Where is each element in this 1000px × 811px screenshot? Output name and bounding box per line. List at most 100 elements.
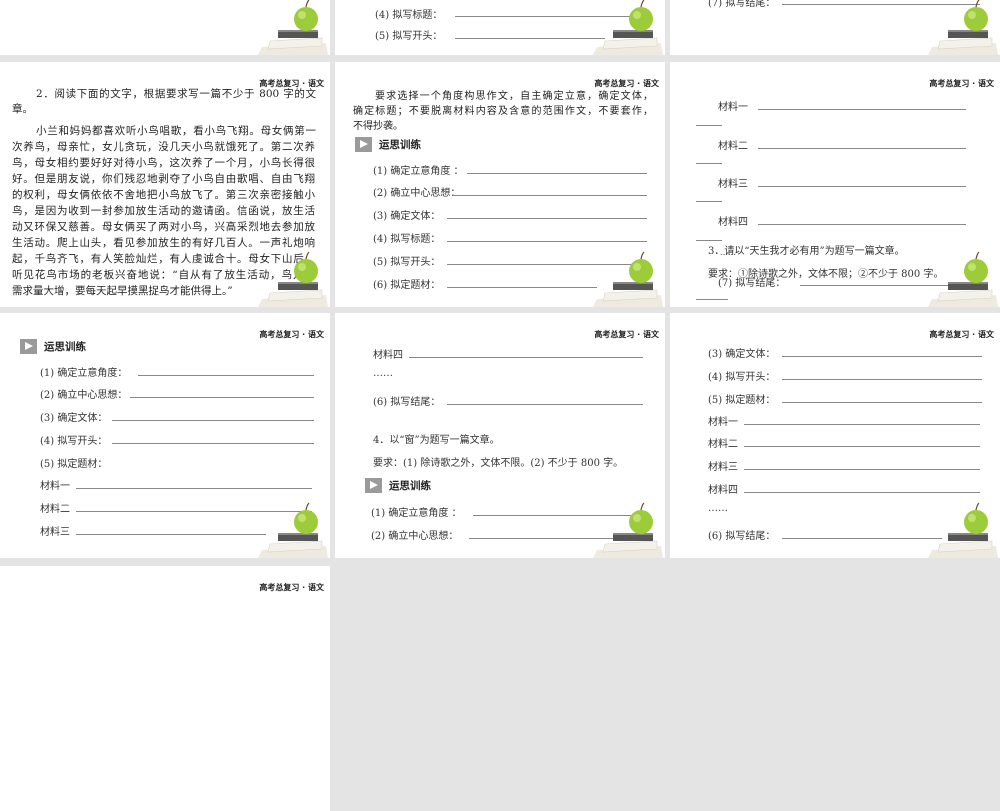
slide-thumbnail[interactable]: 高考总复习 · 语文 (3) 确定文体： (4) 拟写开头： (5) 拟定题材：…	[670, 313, 1000, 558]
section-title: 运思训练	[379, 139, 421, 151]
field-label: (4) 拟写开头：	[708, 372, 776, 383]
field-label: 材料三	[708, 462, 738, 473]
blank-line	[696, 125, 722, 126]
apple-books-decoration	[257, 251, 328, 307]
paragraph-line: 确定标题；不要脱离材料内容及含意的范围作文，不要套作，	[353, 106, 653, 117]
field-label: 材料二	[40, 504, 70, 515]
slide-thumbnail[interactable]: 高考总复习 · 语文 运思训练 (1) 确定立意角度： (2) 确立中心思想： …	[0, 313, 330, 558]
blank-line	[130, 397, 314, 398]
blank-line	[744, 469, 980, 470]
field-label: (2) 确立中心思想：	[40, 390, 128, 401]
blank-line	[447, 241, 647, 242]
slide-thumbnail[interactable]: 高考总复习 · 语文 要求选择一个角度构思作文，自主确定立意，确定文体， 确定标…	[335, 62, 665, 307]
blank-line	[696, 201, 722, 202]
field-label: 材料一	[718, 102, 748, 113]
section-heading: 运思训练	[20, 339, 86, 354]
ellipsis: ……	[708, 503, 728, 514]
field-label: (5) 拟写开头：	[373, 257, 441, 268]
paragraph-line: 次养鸟，母亲忙，女儿贪玩，没几天小鸟就饿死了。第二次养	[12, 141, 315, 153]
blank-line	[409, 357, 643, 358]
slide-header: 高考总复习 · 语文	[594, 330, 659, 339]
field-label: 材料四	[373, 350, 403, 361]
field-label: (2) 确立中心思想：	[373, 188, 461, 199]
slide-thumbnail[interactable]: (4) 拟写标题： (5) 拟写开头：	[335, 0, 665, 55]
blank-line	[76, 534, 266, 535]
paragraph-line: 章。	[12, 103, 33, 115]
slide-thumbnail[interactable]: 高考总复习 · 语文	[0, 566, 330, 811]
field-label: (3) 确定文体：	[708, 349, 776, 360]
blank-line	[76, 488, 312, 489]
blank-line	[447, 404, 643, 405]
section-heading: 运思训练	[355, 137, 421, 152]
field-label: (5) 拟定题材：	[40, 459, 108, 470]
field-label: (3) 确定文体：	[40, 413, 108, 424]
section-title: 运思训练	[389, 480, 431, 492]
paragraph-line: 动又环保又慈善。母女俩买了两对小鸟，兴高采烈地去参加放	[12, 221, 315, 233]
apple-books-decoration	[592, 251, 663, 307]
blank-line	[696, 299, 728, 300]
field-label: (7) 拟写结尾：	[708, 0, 776, 9]
field-label: 材料三	[40, 527, 70, 538]
blank-line	[758, 148, 966, 149]
paragraph-line: 不得抄袭。	[353, 121, 403, 132]
ellipsis: ……	[720, 248, 736, 257]
blank-line	[696, 163, 722, 164]
slide-header: 高考总复习 · 语文	[259, 330, 324, 339]
paragraph-line: 好。但是朋友说，你们残忍地剥夺了小鸟自由歌唱、自由飞翔	[12, 173, 315, 185]
slide-header: 高考总复习 · 语文	[259, 583, 324, 592]
field-label: 材料三	[718, 179, 748, 190]
field-label: 材料四	[708, 485, 738, 496]
field-label: (1) 确定立意角度 ：	[373, 166, 464, 177]
blank-line	[758, 224, 966, 225]
blank-line	[782, 379, 982, 380]
slide-thumbnail[interactable]: 高考总复习 · 语文 材料一 材料二 材料三 材料四 3．请以“天生我才必有用”…	[670, 62, 1000, 307]
paragraph-line: 要求选择一个角度构思作文，自主确定立意，确定文体，	[375, 91, 653, 102]
apple-books-decoration	[257, 502, 328, 558]
slide-thumbnail[interactable]: (7) 拟写结尾：	[670, 0, 1000, 55]
blank-line	[467, 173, 647, 174]
field-label: (5) 拟定题材：	[708, 395, 776, 406]
field-label: (4) 拟写标题：	[373, 234, 441, 245]
blank-line	[782, 402, 982, 403]
blank-line	[112, 443, 314, 444]
blank-line	[447, 287, 597, 288]
field-label: (2) 确立中心思想：	[371, 531, 459, 542]
blank-line	[138, 375, 314, 376]
field-label: 材料二	[718, 141, 748, 152]
paragraph-line: 小兰和妈妈都喜欢听小鸟唱歌，看小鸟飞翔。母女俩第一	[36, 125, 316, 137]
blank-line	[744, 492, 980, 493]
field-label: (4) 拟写开头：	[40, 436, 108, 447]
field-label: (3) 确定文体：	[373, 211, 441, 222]
blank-line	[758, 186, 966, 187]
apple-books-decoration	[592, 0, 663, 55]
field-label: (6) 拟写结尾：	[708, 531, 776, 542]
blank-line	[744, 446, 980, 447]
section-title: 运思训练	[44, 341, 86, 353]
paragraph-line: 的权利，母女俩依依不舍地把小鸟放飞了。第三次亲密接触小	[12, 189, 315, 201]
field-label: 材料一	[40, 481, 70, 492]
apple-books-decoration	[927, 0, 998, 55]
ellipsis: ……	[373, 368, 393, 379]
apple-books-decoration	[592, 502, 663, 558]
play-triangle-icon	[365, 478, 382, 493]
slide-header: 高考总复习 · 语文	[929, 79, 994, 88]
blank-line	[782, 356, 982, 357]
paragraph-line: 生活动。爬上山头，看见参加放生的有好几百人。一声礼炮响	[12, 237, 315, 249]
field-label: (1) 确定立意角度 ：	[371, 508, 462, 519]
field-label: (7) 拟写结尾：	[718, 278, 786, 289]
apple-books-decoration	[927, 251, 998, 307]
slide-thumbnail[interactable]: 高考总复习 · 语文 材料四 …… (6) 拟写结尾： 4．以“窗”为题写一篇文…	[335, 313, 665, 558]
play-triangle-icon	[355, 137, 372, 152]
slide-thumbnail[interactable]: 高考总复习 · 语文 2．阅读下面的文字，根据要求写一篇不少于 800 字的文 …	[0, 62, 330, 307]
blank-line	[453, 195, 647, 196]
apple-books-decoration	[927, 502, 998, 558]
field-label: (4) 拟写标题：	[375, 10, 443, 21]
blank-line	[696, 240, 722, 241]
field-label: 材料四	[718, 217, 748, 228]
slide-thumbnail[interactable]	[0, 0, 330, 55]
field-label: (6) 拟定题材：	[373, 280, 441, 291]
field-label: 材料二	[708, 439, 738, 450]
blank-line	[782, 538, 942, 539]
requirement-text: 要求：(1) 除诗歌之外，文体不限。(2) 不少于 800 字。	[373, 458, 624, 469]
play-triangle-icon	[20, 339, 37, 354]
